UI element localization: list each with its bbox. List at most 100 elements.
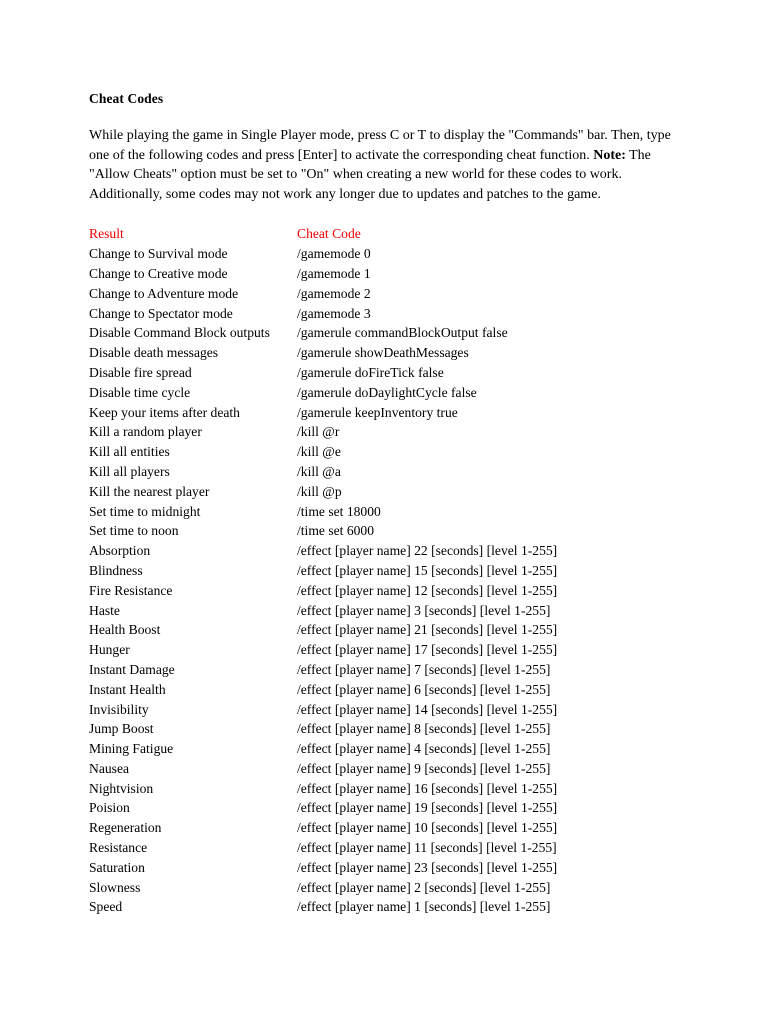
table-row: Speed/effect [player name] 1 [seconds] [… [89,897,685,917]
cell-cheat-code: /kill @e [297,442,685,462]
cell-result: Change to Adventure mode [89,285,239,301]
cell-result: Change to Creative mode [89,265,228,281]
code-token: /gamemode 2 [297,285,371,301]
code-placeholder: [seconds] [level 1-255] [427,642,558,658]
cell-cheat-code: /gamerule showDeathMessages [297,343,685,363]
cell-cheat-code: /effect [player name] 6 [seconds] [level… [297,680,685,700]
table-row: Kill all players/kill @a [89,462,685,482]
cell-result: Slowness [89,879,141,895]
code-token: 1 [414,899,421,915]
cell-cheat-code: /effect [player name] 17 [seconds] [leve… [297,640,685,660]
code-placeholder: [seconds] [level 1-255] [420,661,551,677]
code-token: 6 [414,681,421,697]
cell-result: Speed [89,899,123,915]
code-token: /gamemode 1 [297,265,371,281]
cell-result: Mining Fatigue [89,741,174,757]
code-token: 7 [414,661,421,677]
code-placeholder: [player name] [331,741,415,757]
table-row: Resistance/effect [player name] 11 [seco… [89,838,685,858]
code-placeholder: [seconds] [level 1-255] [420,760,551,776]
document-content: Cheat Codes While playing the game in Si… [89,90,685,917]
cell-cheat-code: /gamerule commandBlockOutput false [297,323,685,343]
code-placeholder: [player name] [331,622,415,638]
cell-cheat-code: /time set 6000 [297,521,685,541]
code-placeholder: [seconds] [level 1-255] [427,780,558,796]
code-placeholder: [seconds] [level 1-255] [420,899,551,915]
cell-cheat-code: /gamerule doDaylightCycle false [297,383,685,403]
cell-cheat-code: /gamerule doFireTick false [297,363,685,383]
table-row: Change to Spectator mode/gamemode 3 [89,304,685,324]
code-token: 3 [414,602,421,618]
cell-result: Kill all players [89,463,170,479]
code-placeholder: [player name] [331,760,415,776]
code-token: /effect [297,661,332,677]
cell-result: Kill a random player [89,424,202,440]
table-row: Keep your items after death/gamerule kee… [89,403,685,423]
code-placeholder: [seconds] [level 1-255] [427,582,558,598]
cheat-codes-table: Result Cheat Code Change to Survival mod… [89,224,685,917]
cell-cheat-code: /gamemode 2 [297,284,685,304]
cell-cheat-code: /effect [player name] 9 [seconds] [level… [297,759,685,779]
code-token: /gamerule keepInventory true [297,404,458,420]
code-token: 9 [414,760,421,776]
table-row: Change to Creative mode/gamemode 1 [89,264,685,284]
cell-result: Jump Boost [89,721,154,737]
code-token: /time set 6000 [297,523,375,539]
code-placeholder: [player name] [331,859,415,875]
code-placeholder: [seconds] [level 1-255] [427,820,558,836]
cell-cheat-code: /kill @a [297,462,685,482]
column-header-cheat-code: Cheat Code [297,226,361,242]
code-token: /gamerule doFireTick false [297,364,444,380]
code-token: 12 [414,582,428,598]
code-placeholder: [seconds] [level 1-255] [420,741,551,757]
cell-cheat-code: /gamerule keepInventory true [297,403,685,423]
cell-result: Disable time cycle [89,384,191,400]
code-token: /effect [297,859,332,875]
cell-cheat-code: /effect [player name] 21 [seconds] [leve… [297,620,685,640]
code-token: 14 [414,701,428,717]
code-token: /kill @p [297,483,342,499]
code-placeholder: [player name] [331,840,415,856]
code-token: /time set 18000 [297,503,381,519]
cell-result: Hunger [89,642,130,658]
cell-result: Keep your items after death [89,404,240,420]
cell-cheat-code: /gamemode 3 [297,304,685,324]
code-token: /effect [297,642,332,658]
code-placeholder: [seconds] [level 1-255] [420,879,551,895]
cell-cheat-code: /effect [player name] 3 [seconds] [level… [297,601,685,621]
cell-cheat-code: /effect [player name] 11 [seconds] [leve… [297,838,685,858]
code-token: /effect [297,840,332,856]
code-placeholder: [player name] [331,701,415,717]
table-row: Disable time cycle/gamerule doDaylightCy… [89,383,685,403]
cell-cheat-code: /time set 18000 [297,502,685,522]
code-placeholder: [seconds] [level 1-255] [427,622,558,638]
cell-cheat-code: /effect [player name] 7 [seconds] [level… [297,660,685,680]
cell-result: Nightvision [89,780,154,796]
table-row: Kill the nearest player/kill @p [89,482,685,502]
code-token: /effect [297,741,332,757]
code-token: /effect [297,543,332,559]
code-token: 19 [414,800,428,816]
cell-result: Change to Survival mode [89,246,228,262]
column-header-result: Result [89,226,124,242]
table-row: Mining Fatigue/effect [player name] 4 [s… [89,739,685,759]
code-token: /effect [297,562,332,578]
code-placeholder: [player name] [331,721,415,737]
code-placeholder: [seconds] [level 1-255] [420,721,551,737]
code-token: 23 [414,859,428,875]
table-row: Nausea/effect [player name] 9 [seconds] … [89,759,685,779]
code-token: 17 [414,642,428,658]
code-placeholder: [seconds] [level 1-255] [427,840,557,856]
code-placeholder: [player name] [331,602,415,618]
code-placeholder: [seconds] [level 1-255] [427,562,558,578]
code-placeholder: [seconds] [level 1-255] [420,681,551,697]
cell-result: Invisibility [89,701,149,717]
table-row: Change to Survival mode/gamemode 0 [89,244,685,264]
code-placeholder: [seconds] [level 1-255] [427,543,558,559]
code-placeholder: [seconds] [level 1-255] [420,602,551,618]
cell-cheat-code: /effect [player name] 1 [seconds] [level… [297,897,685,917]
table-row: Hunger/effect [player name] 17 [seconds]… [89,640,685,660]
cell-cheat-code: /kill @r [297,422,685,442]
code-placeholder: [player name] [331,879,415,895]
cell-cheat-code: /effect [player name] 8 [seconds] [level… [297,719,685,739]
